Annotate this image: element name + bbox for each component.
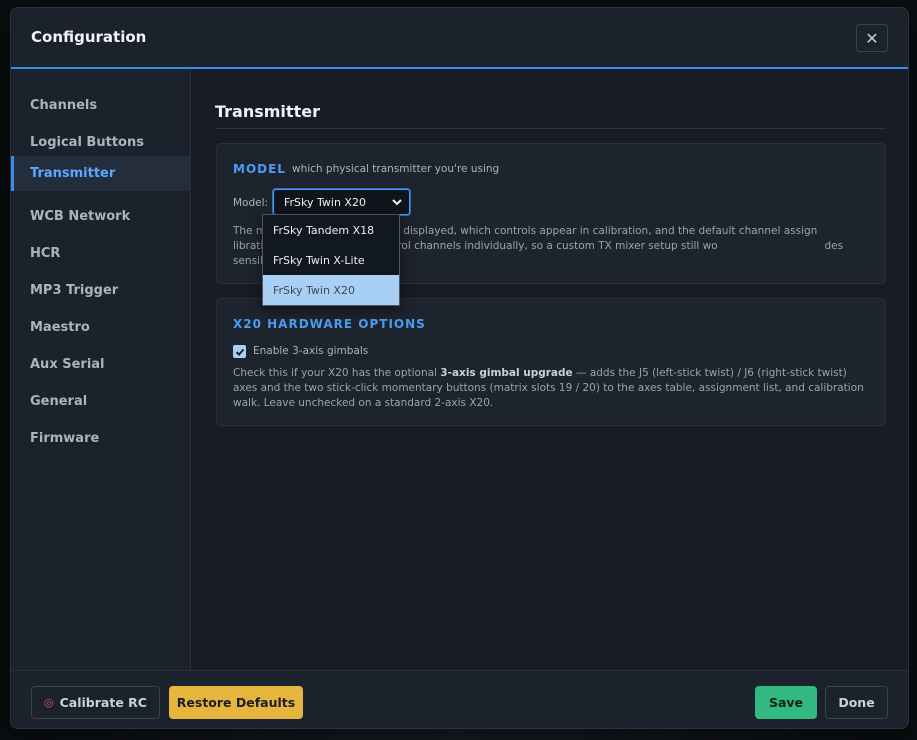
dialog-header: Configuration ✕ — [11, 8, 908, 69]
sidebar-item-hcr[interactable]: HCR — [11, 236, 191, 271]
model-option[interactable]: FrSky Twin X-Lite — [263, 245, 399, 275]
x20-description: Check this if your X20 has the optional … — [233, 366, 873, 411]
sidebar-item-transmitter[interactable]: Transmitter — [11, 156, 191, 191]
sidebar-item-maestro[interactable]: Maestro — [11, 310, 191, 345]
sidebar-item-logical-buttons[interactable]: Logical Buttons — [11, 125, 191, 160]
model-option[interactable]: FrSky Tandem X18 — [263, 215, 399, 245]
restore-defaults-button[interactable]: Restore Defaults — [169, 686, 303, 719]
enable-3axis-checkbox[interactable] — [233, 345, 246, 358]
calibrate-rc-button[interactable]: ◎ Calibrate RC — [31, 686, 160, 719]
target-icon: ◎ — [44, 696, 54, 709]
sidebar-item-channels[interactable]: Channels — [11, 88, 191, 123]
close-icon: ✕ — [865, 28, 879, 48]
section-title: Transmitter — [215, 102, 320, 121]
sidebar-item-firmware[interactable]: Firmware — [11, 421, 191, 456]
model-dropdown-list: FrSky Tandem X18 FrSky Twin X-Lite FrSky… — [262, 214, 400, 306]
x20-options-card: X20 HARDWARE OPTIONS Enable 3-axis gimba… — [216, 298, 886, 426]
main-panel: Transmitter MODEL which physical transmi… — [192, 69, 908, 670]
close-button[interactable]: ✕ — [856, 24, 888, 52]
x20-desc-bold: 3-axis gimbal upgrade — [440, 367, 573, 379]
sidebar-item-aux-serial[interactable]: Aux Serial — [11, 347, 191, 382]
model-field-label: Model: — [233, 197, 269, 209]
dialog-title: Configuration — [31, 28, 147, 46]
save-button[interactable]: Save — [755, 686, 817, 719]
sidebar-item-mp3-trigger[interactable]: MP3 Trigger — [11, 273, 191, 308]
sidebar-item-general[interactable]: General — [11, 384, 191, 419]
sidebar: Channels Logical Buttons Transmitter WCB… — [11, 69, 191, 670]
model-select[interactable]: FrSky Twin X20 — [273, 189, 410, 215]
model-option-selected[interactable]: FrSky Twin X20 — [263, 275, 399, 305]
model-subtitle: which physical transmitter you're using — [292, 163, 500, 175]
chevron-down-icon — [392, 199, 402, 206]
checkmark-icon — [235, 348, 244, 356]
model-heading: MODEL — [233, 162, 286, 176]
model-select-value: FrSky Twin X20 — [284, 195, 366, 209]
done-button[interactable]: Done — [825, 686, 888, 719]
calibrate-rc-label: Calibrate RC — [59, 695, 147, 710]
enable-3axis-label: Enable 3-axis gimbals — [253, 345, 369, 357]
configuration-dialog: Configuration ✕ Channels Logical Buttons… — [10, 7, 909, 729]
sidebar-item-wcb-network[interactable]: WCB Network — [11, 199, 191, 234]
x20-desc-part1: Check this if your X20 has the optional — [233, 367, 441, 379]
dialog-footer: ◎ Calibrate RC Restore Defaults Save Don… — [11, 670, 908, 728]
x20-heading: X20 HARDWARE OPTIONS — [233, 317, 426, 331]
section-divider — [215, 128, 886, 129]
